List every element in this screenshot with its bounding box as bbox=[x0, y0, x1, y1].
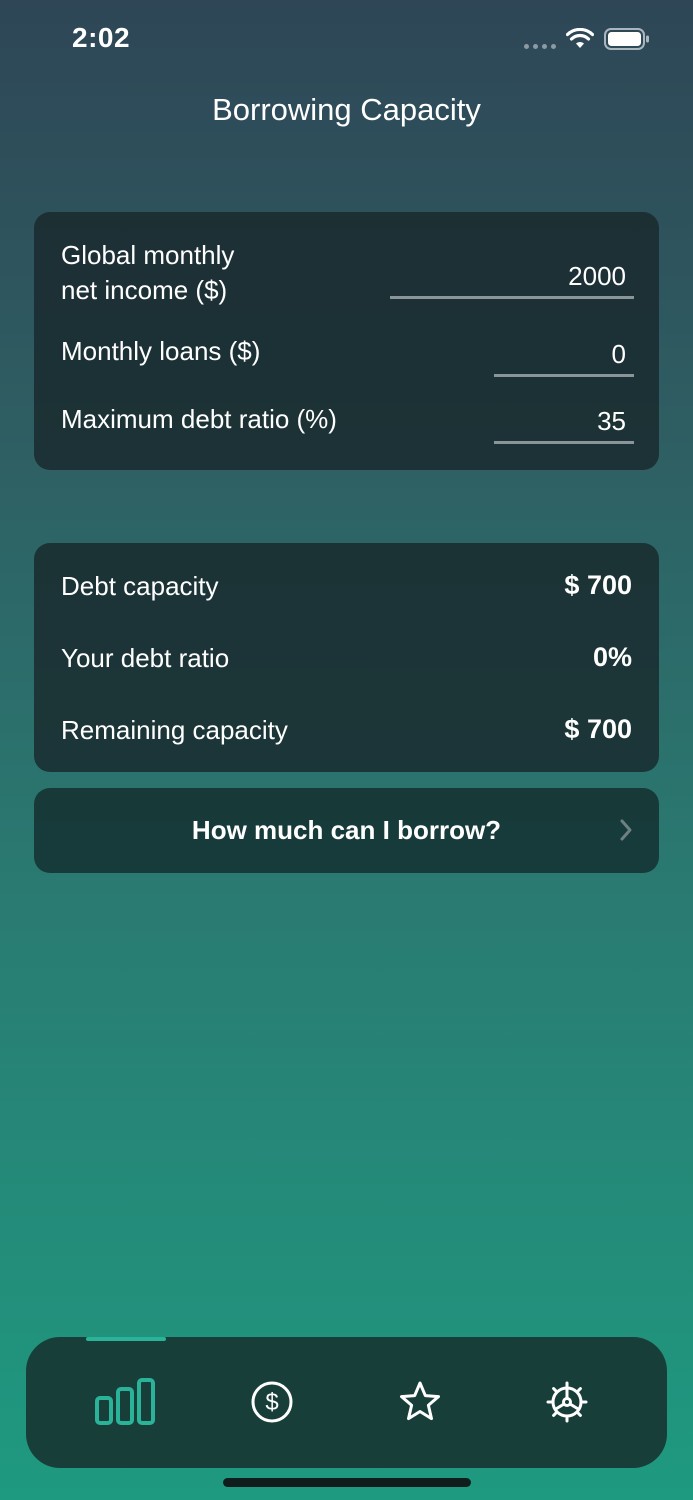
chevron-right-icon bbox=[620, 819, 632, 841]
income-input[interactable] bbox=[390, 256, 634, 296]
debt-ratio-label: Your debt ratio bbox=[61, 643, 230, 673]
svg-text:$: $ bbox=[265, 1389, 278, 1416]
income-label: Global monthly net income ($) bbox=[61, 238, 234, 308]
wifi-icon bbox=[566, 28, 594, 48]
tab-bar: $ bbox=[26, 1337, 667, 1468]
status-bar: 2:02 bbox=[0, 0, 693, 80]
page-title: Borrowing Capacity bbox=[212, 92, 481, 127]
loans-input[interactable] bbox=[494, 334, 634, 374]
remaining-capacity-label: Remaining capacity bbox=[61, 715, 288, 745]
how-much-can-i-borrow-button[interactable]: How much can I borrow? bbox=[34, 788, 659, 873]
home-indicator bbox=[223, 1478, 471, 1487]
income-label-line2: net income ($) bbox=[61, 275, 228, 305]
cellular-signal-icon bbox=[524, 44, 556, 49]
battery-icon bbox=[604, 28, 649, 50]
active-tab-indicator bbox=[86, 1337, 166, 1341]
star-icon bbox=[400, 1381, 440, 1421]
remaining-capacity-value: $ 700 bbox=[564, 714, 632, 744]
max-ratio-input[interactable] bbox=[494, 401, 634, 441]
loans-field-wrap bbox=[494, 334, 634, 377]
loans-label: Monthly loans ($) bbox=[61, 336, 261, 366]
max-ratio-label: Maximum debt ratio (%) bbox=[61, 404, 337, 434]
bar-chart-icon bbox=[95, 1378, 155, 1425]
debt-capacity-label: Debt capacity bbox=[61, 571, 219, 601]
tab-settings[interactable] bbox=[517, 1367, 617, 1437]
max-ratio-field-wrap bbox=[494, 401, 634, 444]
debt-ratio-value: 0% bbox=[592, 642, 632, 672]
status-time: 2:02 bbox=[72, 22, 131, 53]
income-field-wrap bbox=[390, 256, 634, 299]
cta-label: How much can I borrow? bbox=[191, 815, 502, 845]
dollar-circle-icon: $ bbox=[251, 1381, 293, 1423]
debt-capacity-value: $ 700 bbox=[564, 570, 632, 600]
tab-loan[interactable]: $ bbox=[222, 1367, 322, 1437]
settings-icon bbox=[546, 1381, 588, 1423]
results-card: Debt capacity $ 700 Your debt ratio 0% R… bbox=[34, 543, 659, 772]
income-label-line1: Global monthly bbox=[61, 240, 235, 270]
tab-capacity[interactable] bbox=[76, 1367, 176, 1437]
inputs-card: Global monthly net income ($) Monthly lo… bbox=[34, 212, 659, 470]
tab-favorites[interactable] bbox=[370, 1367, 470, 1437]
